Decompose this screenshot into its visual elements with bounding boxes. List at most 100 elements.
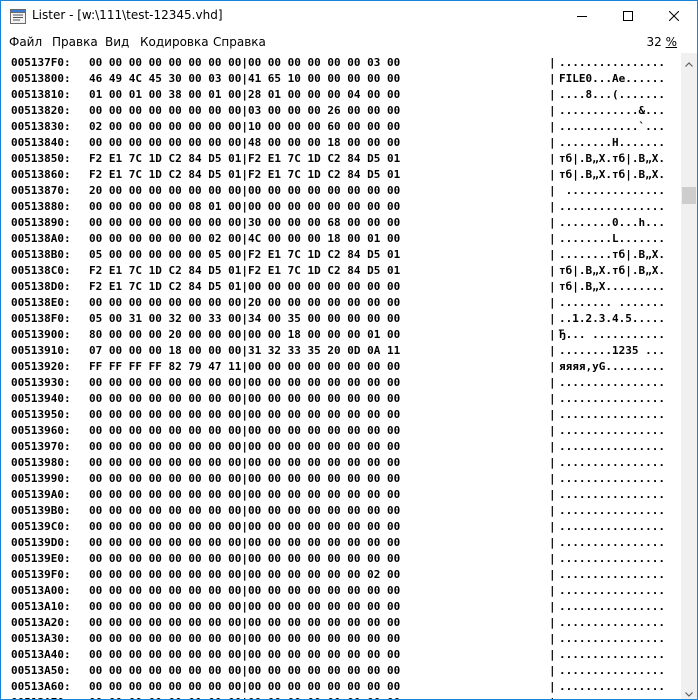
- hex-row-ascii: тб|.В„Х.тб|.В„Х.: [559, 168, 665, 181]
- hex-row: 00513A50: 00 00 00 00 00 00 00 00|00 00 0…: [11, 663, 681, 679]
- hex-row: 005139D0: 00 00 00 00 00 00 00 00|00 00 0…: [11, 535, 681, 551]
- hex-row-ascii: ........H.......: [559, 136, 665, 149]
- vertical-scrollbar[interactable]: [681, 53, 697, 699]
- hex-row-bytes: 00 00 00 00 00 00 00 00|00 00 00 00 00 0…: [89, 600, 401, 613]
- hex-row-bytes: 00 00 00 00 00 00 00 00|00 00 00 00 00 0…: [89, 648, 401, 661]
- hex-row-bytes: 05 00 00 00 00 00 05 00|F2 E1 7C 1D C2 8…: [89, 248, 401, 261]
- hex-row: 00513980: 00 00 00 00 00 00 00 00|00 00 0…: [11, 455, 681, 471]
- minimize-button[interactable]: [559, 1, 605, 31]
- lister-window: Lister - [w:\111\test-12345.vhd] Файл Пр…: [0, 0, 698, 700]
- menu-help[interactable]: Справка: [213, 35, 266, 49]
- hex-row-bytes: 00 00 00 00 00 00 00 00|03 00 00 00 26 0…: [89, 104, 401, 117]
- hex-row-bytes: 46 49 4C 45 30 00 03 00|41 65 10 00 00 0…: [89, 72, 401, 85]
- hex-row-ascii: яяяя‚yG.........: [559, 360, 665, 373]
- hex-row-ascii: ........1235 ...: [559, 344, 665, 357]
- hex-row: 00513A30: 00 00 00 00 00 00 00 00|00 00 0…: [11, 631, 681, 647]
- hex-row-bytes: FF FF FF FF 82 79 47 11|00 00 00 00 00 0…: [89, 360, 401, 373]
- zoom-unit-link[interactable]: %: [666, 35, 677, 49]
- hex-row-address: 005139B0:: [11, 504, 71, 517]
- hex-row-address: 005139E0:: [11, 552, 71, 565]
- hex-row-address: 005137F0:: [11, 56, 71, 69]
- hex-row-address: 00513980:: [11, 456, 71, 469]
- hex-row-address: 00513910:: [11, 344, 71, 357]
- hex-row-separator: |: [549, 88, 556, 101]
- hex-row-bytes: 00 00 00 00 00 00 00 00|00 00 00 00 00 0…: [89, 568, 401, 581]
- hex-row-separator: |: [549, 184, 556, 197]
- hex-row: 00513A20: 00 00 00 00 00 00 00 00|00 00 0…: [11, 615, 681, 631]
- hex-row-bytes: 00 00 00 00 00 00 00 00|20 00 00 00 00 0…: [89, 296, 401, 309]
- hex-row: 00513800: 46 49 4C 45 30 00 03 00|41 65 1…: [11, 71, 681, 87]
- hex-row-bytes: 00 00 00 00 00 00 00 00|00 00 00 00 00 0…: [89, 56, 401, 69]
- hex-row-ascii: Ђ... ...........: [559, 328, 665, 341]
- hex-row-address: 005138A0:: [11, 232, 71, 245]
- scrollbar-thumb[interactable]: [682, 187, 696, 204]
- hex-row-ascii: ................: [559, 440, 665, 453]
- hex-row-bytes: 00 00 00 00 00 00 00 00|00 00 00 00 00 0…: [89, 424, 401, 437]
- hex-row-bytes: 07 00 00 00 18 00 00 00|31 32 33 35 20 0…: [89, 344, 401, 357]
- hex-row-address: 00513870:: [11, 184, 71, 197]
- hex-view[interactable]: 005137F0: 00 00 00 00 00 00 00 00|00 00 0…: [1, 53, 681, 699]
- scroll-up-button[interactable]: [681, 53, 697, 69]
- hex-row-separator: |: [549, 408, 556, 421]
- hex-row-ascii: ................: [559, 392, 665, 405]
- hex-row-separator: |: [549, 248, 556, 261]
- hex-row: 00513810: 01 00 01 00 38 00 01 00|28 01 0…: [11, 87, 681, 103]
- hex-row-ascii: ................: [559, 632, 665, 645]
- zoom-indicator: 32 %: [646, 35, 677, 49]
- title-bar[interactable]: Lister - [w:\111\test-12345.vhd]: [1, 1, 697, 31]
- hex-row-separator: |: [549, 104, 556, 117]
- close-button[interactable]: [651, 1, 697, 31]
- scroll-down-button[interactable]: [681, 683, 697, 699]
- hex-row-bytes: 05 00 31 00 32 00 33 00|34 00 35 00 00 0…: [89, 312, 401, 325]
- menu-file[interactable]: Файл: [9, 35, 42, 49]
- hex-row-bytes: 00 00 00 00 00 00 00 00|00 00 00 00 00 0…: [89, 392, 401, 405]
- hex-row: 00513A10: 00 00 00 00 00 00 00 00|00 00 0…: [11, 599, 681, 615]
- hex-row-ascii: ........ .......: [559, 296, 665, 309]
- hex-row-ascii: ...............: [559, 184, 665, 197]
- hex-row: 00513850: F2 E1 7C 1D C2 84 D5 01|F2 E1 7…: [11, 151, 681, 167]
- hex-row-bytes: F2 E1 7C 1D C2 84 D5 01|00 00 00 00 00 0…: [89, 280, 401, 293]
- menu-view[interactable]: Вид: [105, 35, 129, 49]
- hex-row-separator: |: [549, 600, 556, 613]
- hex-row-bytes: 00 00 00 00 00 00 00 00|30 00 00 00 68 0…: [89, 216, 401, 229]
- hex-row: 005138A0: 00 00 00 00 00 00 02 00|4C 00 0…: [11, 231, 681, 247]
- maximize-button[interactable]: [605, 1, 651, 31]
- hex-row-address: 005138D0:: [11, 280, 71, 293]
- hex-row-separator: |: [549, 136, 556, 149]
- hex-row-separator: |: [549, 360, 556, 373]
- hex-row-address: 00513930:: [11, 376, 71, 389]
- hex-row-ascii: ............`...: [559, 120, 665, 133]
- hex-row-separator: |: [549, 440, 556, 453]
- hex-row-address: 00513830:: [11, 120, 71, 133]
- hex-row-bytes: F2 E1 7C 1D C2 84 D5 01|F2 E1 7C 1D C2 8…: [89, 152, 401, 165]
- hex-row-ascii: ............&...: [559, 104, 665, 117]
- hex-row-bytes: 00 00 00 00 00 00 00 00|00 00 00 00 00 0…: [89, 456, 401, 469]
- hex-row-ascii: ................: [559, 520, 665, 533]
- hex-row-separator: |: [549, 312, 556, 325]
- hex-row-separator: |: [549, 344, 556, 357]
- hex-row-bytes: 02 00 00 00 00 00 00 00|10 00 00 00 60 0…: [89, 120, 401, 133]
- hex-row-separator: |: [549, 488, 556, 501]
- hex-row-address: 00513A40:: [11, 648, 71, 661]
- hex-row-address: 00513860:: [11, 168, 71, 181]
- hex-row-bytes: 00 00 00 00 00 00 00 00|00 00 00 00 00 0…: [89, 664, 401, 677]
- hex-row-address: 00513A60:: [11, 680, 71, 693]
- menu-encoding[interactable]: Кодировка: [140, 35, 209, 49]
- menu-edit[interactable]: Правка: [52, 35, 98, 49]
- hex-row-separator: |: [549, 296, 556, 309]
- hex-row-ascii: ................: [559, 584, 665, 597]
- hex-row: 00513910: 07 00 00 00 18 00 00 00|31 32 3…: [11, 343, 681, 359]
- hex-row-address: 005139C0:: [11, 520, 71, 533]
- lister-app-icon[interactable]: [10, 9, 26, 24]
- hex-row-ascii: ................: [559, 408, 665, 421]
- hex-row: 005137F0: 00 00 00 00 00 00 00 00|00 00 0…: [11, 55, 681, 71]
- window-title: Lister - [w:\111\test-12345.vhd]: [32, 8, 223, 22]
- hex-row-separator: |: [549, 56, 556, 69]
- hex-row-bytes: 00 00 00 00 00 00 00 00|00 00 00 00 00 0…: [89, 680, 401, 693]
- hex-row-bytes: 00 00 00 00 00 00 00 00|00 00 00 00 00 0…: [89, 440, 401, 453]
- hex-row-bytes: 00 00 00 00 00 00 02 00|4C 00 00 00 18 0…: [89, 232, 401, 245]
- hex-row: 005138E0: 00 00 00 00 00 00 00 00|20 00 0…: [11, 295, 681, 311]
- hex-row: 00513840: 00 00 00 00 00 00 00 00|48 00 0…: [11, 135, 681, 151]
- hex-row-separator: |: [549, 680, 556, 693]
- hex-row-bytes: 00 00 00 00 00 00 00 00|00 00 00 00 00 0…: [89, 408, 401, 421]
